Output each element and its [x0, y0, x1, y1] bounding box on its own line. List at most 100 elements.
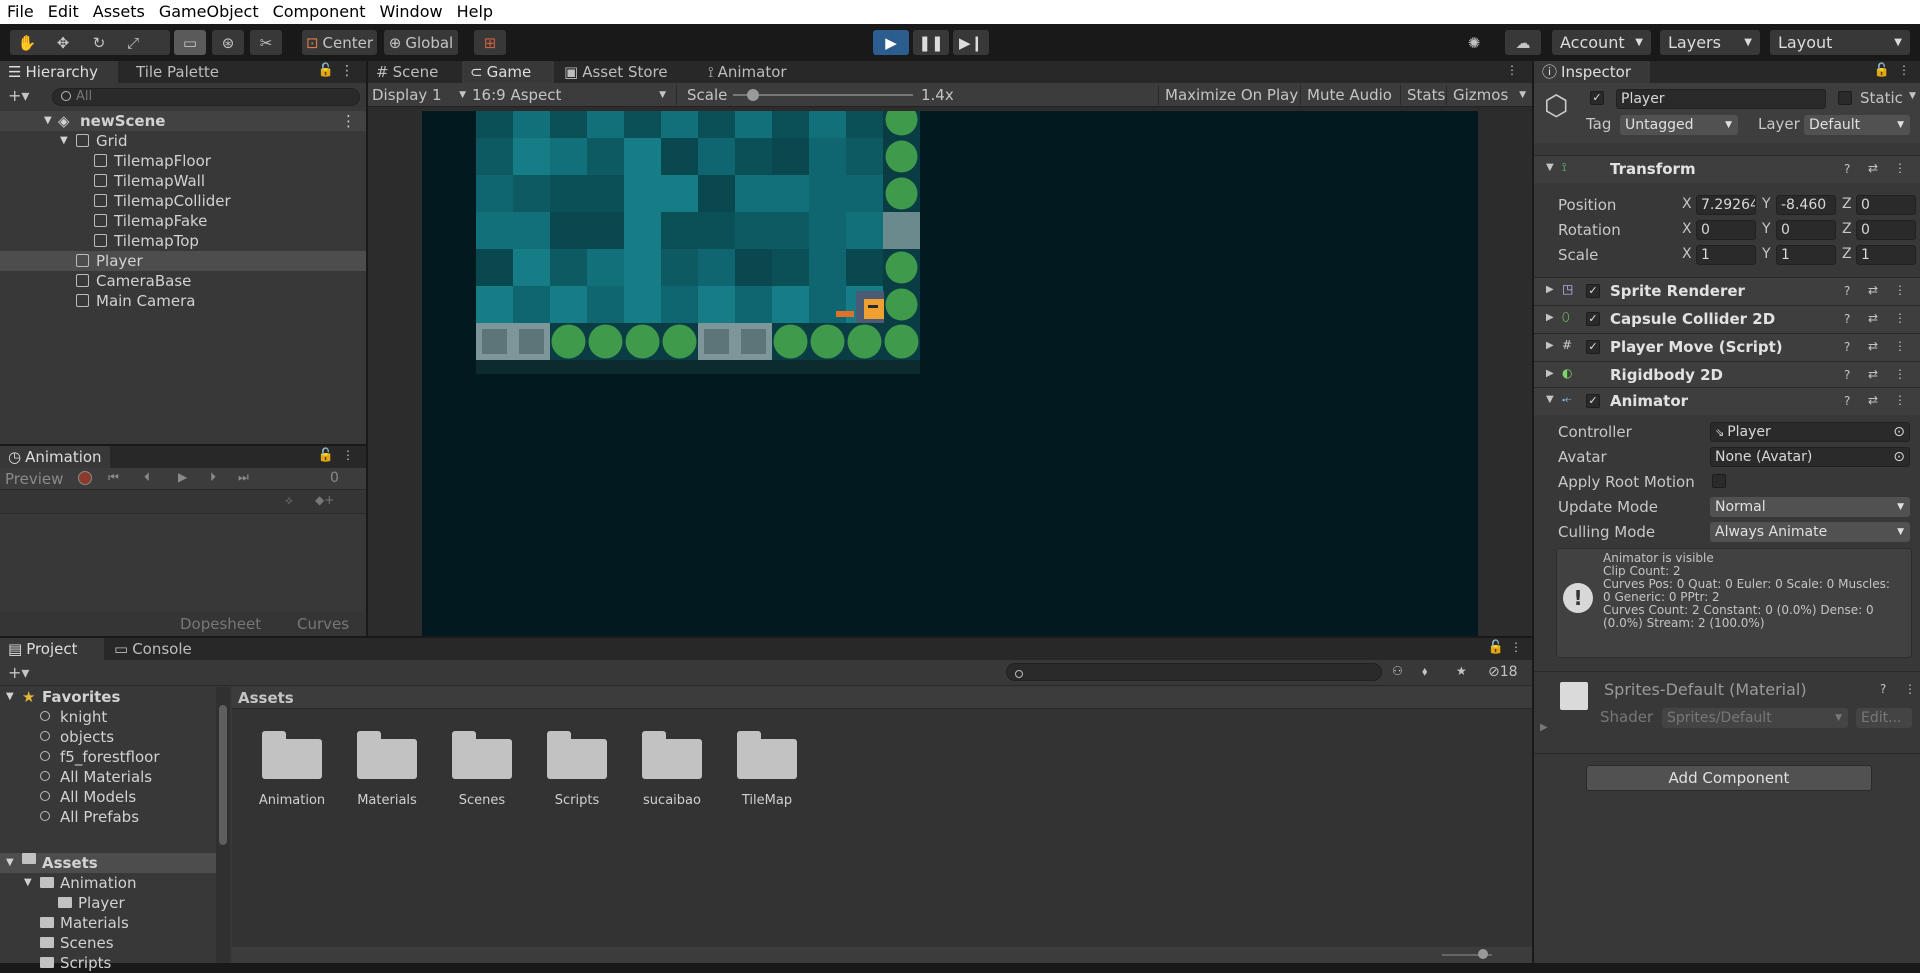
expand-arrow-icon[interactable]: ▶: [1546, 312, 1554, 323]
hidden-packages-toggle[interactable]: ⊘18: [1488, 664, 1518, 680]
help-icon[interactable]: ?: [1844, 340, 1850, 354]
add-object-icon[interactable]: +▾: [8, 86, 29, 105]
transform-header[interactable]: ▼ ⟟ Transform ? ⇄ ⋮: [1534, 155, 1920, 183]
favorite-item[interactable]: All Prefabs: [0, 807, 230, 827]
menu-file[interactable]: File: [0, 0, 41, 24]
help-icon[interactable]: ?: [1844, 368, 1850, 382]
dopesheet-tab[interactable]: Dopesheet: [180, 615, 261, 633]
lock-icon[interactable]: 🔓: [1488, 640, 1504, 655]
transform-tool-icon[interactable]: ⊛: [212, 30, 244, 55]
search-by-type-icon[interactable]: ⚇: [1392, 664, 1403, 678]
asset-tree-item[interactable]: Player: [0, 893, 230, 913]
rotation-x-field[interactable]: 0: [1696, 220, 1756, 240]
asset-tree-item[interactable]: Scenes: [0, 933, 230, 953]
component-enabled-checkbox[interactable]: ✓: [1586, 312, 1600, 326]
component-enabled-checkbox[interactable]: ✓: [1586, 340, 1600, 354]
tree-scrollbar[interactable]: [216, 687, 230, 963]
mute-audio-toggle[interactable]: Mute Audio: [1300, 85, 1392, 105]
record-button[interactable]: [78, 471, 92, 485]
hierarchy-item[interactable]: CameraBase: [0, 271, 366, 291]
component-menu-icon[interactable]: ⋮: [1894, 311, 1906, 325]
more-icon[interactable]: ⋮: [1506, 63, 1518, 77]
rotation-y-field[interactable]: 0: [1776, 220, 1836, 240]
hierarchy-search-input[interactable]: All: [52, 88, 360, 106]
first-key-button[interactable]: ⏮: [108, 470, 119, 485]
scale-thumb[interactable]: [747, 89, 760, 101]
expand-arrow-icon[interactable]: ▶: [1546, 340, 1554, 351]
shader-dropdown[interactable]: Sprites/Default ▼: [1662, 708, 1848, 728]
gizmos-dropdown[interactable]: Gizmos ▼: [1446, 85, 1530, 105]
layer-dropdown[interactable]: Default ▼: [1804, 115, 1910, 135]
play-anim-button[interactable]: ▶: [178, 470, 187, 484]
animator-enabled-checkbox[interactable]: ✓: [1586, 394, 1600, 408]
component-menu-icon[interactable]: ⋮: [1894, 161, 1906, 175]
icon-size-thumb[interactable]: [1478, 949, 1488, 959]
add-key-icon[interactable]: ⟡: [285, 493, 293, 508]
scale-x-field[interactable]: 1: [1696, 245, 1756, 265]
lock-icon[interactable]: 🔓: [1874, 63, 1890, 78]
next-key-button[interactable]: ⏵: [210, 470, 216, 485]
account-dropdown[interactable]: Account ▼: [1552, 30, 1651, 55]
component-header[interactable]: ▶ ◳ ✓ Sprite Renderer? ⇄ ⋮: [1534, 277, 1920, 305]
preset-icon[interactable]: ⇄: [1868, 393, 1878, 407]
scale-z-field[interactable]: 1: [1856, 245, 1916, 265]
favorite-item[interactable]: f5_forestfloor: [0, 747, 230, 767]
display-dropdown[interactable]: Display 1 ▼: [372, 85, 468, 105]
maximize-on-play-toggle[interactable]: Maximize On Play: [1158, 85, 1298, 105]
active-checkbox[interactable]: ✓: [1590, 91, 1604, 105]
component-header[interactable]: ▶ ⬯ ✓ Capsule Collider 2D? ⇄ ⋮: [1534, 305, 1920, 333]
hierarchy-item[interactable]: TilemapWall: [0, 171, 366, 191]
shader-edit-button[interactable]: Edit...: [1856, 708, 1912, 728]
expand-arrow-icon[interactable]: ▶: [1546, 368, 1554, 379]
curves-tab[interactable]: Curves: [297, 615, 349, 633]
asset-tree-item[interactable]: Materials: [0, 913, 230, 933]
favorite-item[interactable]: knight: [0, 707, 230, 727]
favorite-icon[interactable]: ★: [1456, 664, 1467, 678]
scene-menu-icon[interactable]: ⋮: [341, 111, 356, 131]
animator-header[interactable]: ▼ ⤝ ✓ Animator ? ⇄ ⋮: [1534, 387, 1920, 415]
help-icon[interactable]: ?: [1844, 312, 1850, 326]
rect-tool-icon[interactable]: ▭: [174, 30, 206, 55]
hand-tool-icon[interactable]: ✋: [12, 30, 42, 55]
static-dropdown-icon[interactable]: ▼: [1909, 91, 1916, 101]
scale-slider[interactable]: Scale 1.4x: [676, 85, 956, 105]
add-component-button[interactable]: Add Component: [1586, 765, 1872, 791]
rotate-tool-icon[interactable]: ↻: [84, 30, 114, 55]
tab-inspector[interactable]: ⓘ Inspector: [1534, 61, 1650, 83]
cloud-icon[interactable]: ☁: [1505, 30, 1541, 55]
game-viewport[interactable]: [422, 111, 1478, 636]
more-icon[interactable]: ⋮: [1510, 640, 1522, 654]
hierarchy-item[interactable]: ▼ Grid: [0, 131, 366, 151]
preview-button[interactable]: Preview: [5, 470, 63, 488]
expand-arrow-icon[interactable]: ▼: [24, 873, 32, 893]
play-button[interactable]: ▶: [873, 30, 909, 55]
more-icon[interactable]: ⋮: [340, 63, 354, 79]
tab-game[interactable]: ⊂ Game: [462, 61, 554, 83]
services-icon[interactable]: ✺: [1458, 30, 1490, 55]
search-by-label-icon[interactable]: ⬧: [1422, 664, 1427, 679]
menu-assets[interactable]: Assets: [86, 0, 152, 24]
preset-icon[interactable]: ⇄: [1868, 311, 1878, 325]
help-icon[interactable]: ?: [1844, 394, 1850, 408]
custom-tool-icon[interactable]: ✂: [250, 30, 282, 55]
pivot-center-button[interactable]: ⊡ Center: [302, 30, 377, 55]
component-enabled-checkbox[interactable]: ✓: [1586, 284, 1600, 298]
more-icon[interactable]: ⋮: [1898, 63, 1910, 77]
tab-project[interactable]: ▤ Project: [0, 638, 104, 660]
move-tool-icon[interactable]: ✥: [48, 30, 78, 55]
controller-field[interactable]: ⇘ Player ⊙: [1710, 422, 1910, 442]
component-menu-icon[interactable]: ⋮: [1904, 682, 1916, 696]
help-icon[interactable]: ?: [1880, 682, 1886, 696]
favorite-item[interactable]: objects: [0, 727, 230, 747]
layout-dropdown[interactable]: Layout ▼: [1770, 30, 1910, 55]
tab-hierarchy[interactable]: ☰ Hierarchy: [0, 61, 118, 83]
lock-icon[interactable]: 🔓: [318, 63, 334, 78]
scale-tool-icon[interactable]: ⤢: [118, 30, 148, 55]
component-menu-icon[interactable]: ⋮: [1894, 339, 1906, 353]
favorite-item[interactable]: All Materials: [0, 767, 230, 787]
frame-field[interactable]: 0: [330, 470, 339, 486]
breadcrumb-assets[interactable]: Assets: [238, 689, 294, 707]
lock-icon[interactable]: 🔓: [318, 448, 334, 463]
preset-icon[interactable]: ⇄: [1868, 339, 1878, 353]
menu-component[interactable]: Component: [266, 0, 373, 24]
